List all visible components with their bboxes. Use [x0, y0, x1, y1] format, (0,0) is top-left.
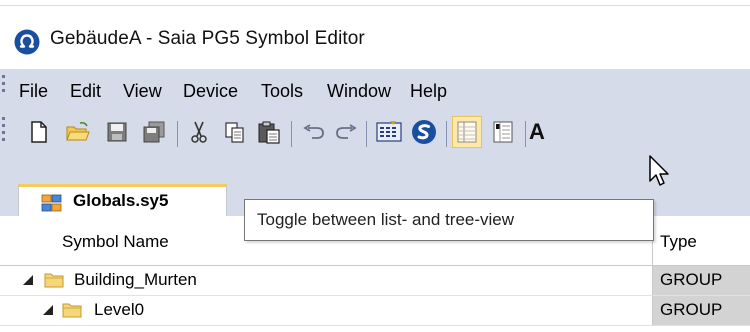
symbol-name: Building_Murten	[74, 270, 197, 289]
saia-s-button[interactable]	[410, 118, 438, 146]
menu-tools[interactable]: Tools	[261, 81, 303, 102]
paste-button[interactable]	[255, 118, 283, 146]
undo-icon	[303, 124, 324, 139]
save-icon	[107, 122, 127, 142]
tooltip: Toggle between list- and tree-view	[244, 199, 654, 241]
toolbar-separator	[177, 121, 178, 147]
build-button[interactable]	[375, 118, 403, 146]
menu-grip[interactable]	[2, 75, 6, 96]
window-top-edge	[0, 0, 750, 6]
cut-button[interactable]	[185, 118, 213, 146]
type-cell: GROUP	[652, 266, 750, 295]
copy-button[interactable]	[221, 118, 249, 146]
column-header-symbol-name[interactable]: Symbol Name	[62, 232, 169, 252]
symbol-type: GROUP	[660, 270, 723, 289]
menu-bar: File Edit View Device Tools Window Help	[0, 69, 750, 111]
menu-help[interactable]: Help	[410, 81, 447, 102]
save-all-icon	[143, 121, 165, 143]
new-document-button[interactable]	[25, 118, 53, 146]
toolbar-separator	[366, 121, 367, 147]
menu-view[interactable]: View	[123, 81, 162, 102]
tab-label: Globals.sy5	[73, 191, 169, 210]
symbol-type: GROUP	[660, 300, 723, 319]
table-row[interactable]: Building_Murten GROUP	[0, 266, 750, 296]
save-button[interactable]	[103, 118, 131, 146]
type-cell: GROUP	[652, 296, 750, 325]
menu-device[interactable]: Device	[183, 81, 238, 102]
undo-button[interactable]	[300, 118, 328, 146]
expand-collapse-icon[interactable]	[22, 274, 34, 286]
window-title: GebäudeA - Saia PG5 Symbol Editor	[50, 28, 365, 49]
tree-view-button[interactable]	[489, 118, 517, 146]
menu-edit[interactable]: Edit	[70, 81, 101, 102]
mouse-cursor-icon	[649, 155, 669, 186]
saia-s-icon	[412, 120, 436, 144]
build-icon	[376, 121, 402, 142]
redo-icon	[336, 124, 357, 139]
cut-icon	[191, 121, 207, 143]
tree-view-icon	[493, 121, 513, 143]
expand-collapse-icon[interactable]	[42, 304, 54, 316]
toolbar-separator	[525, 121, 526, 147]
column-header-type[interactable]: Type	[660, 232, 697, 252]
folder-icon	[44, 273, 64, 288]
table-row[interactable]: Level0 GROUP	[0, 296, 750, 326]
toolbar-separator	[446, 121, 447, 147]
new-document-icon	[31, 121, 47, 143]
open-folder-icon	[66, 122, 90, 141]
open-button[interactable]	[64, 118, 92, 146]
menu-file[interactable]: File	[19, 81, 48, 102]
tooltip-text: Toggle between list- and tree-view	[257, 210, 515, 229]
redo-button[interactable]	[332, 118, 360, 146]
title-bar: GebäudeA - Saia PG5 Symbol Editor	[0, 0, 750, 68]
symbol-name: Level0	[94, 300, 145, 319]
save-all-button[interactable]	[140, 118, 168, 146]
copy-icon	[225, 122, 244, 143]
font-icon: A	[529, 119, 545, 144]
toolbar: A	[0, 111, 750, 156]
toolbar-separator	[291, 121, 292, 147]
toggle-list-tree-view-button[interactable]	[452, 116, 482, 148]
menu-window[interactable]: Window	[327, 81, 391, 102]
font-button[interactable]: A	[529, 118, 557, 146]
tab-globals[interactable]: Globals.sy5	[18, 184, 227, 216]
folder-icon	[62, 303, 82, 318]
saia-logo-icon	[14, 29, 40, 55]
toolbar-grip[interactable]	[2, 117, 6, 145]
paste-icon	[258, 121, 280, 144]
symbol-file-icon	[41, 194, 62, 212]
list-view-icon	[457, 121, 477, 143]
